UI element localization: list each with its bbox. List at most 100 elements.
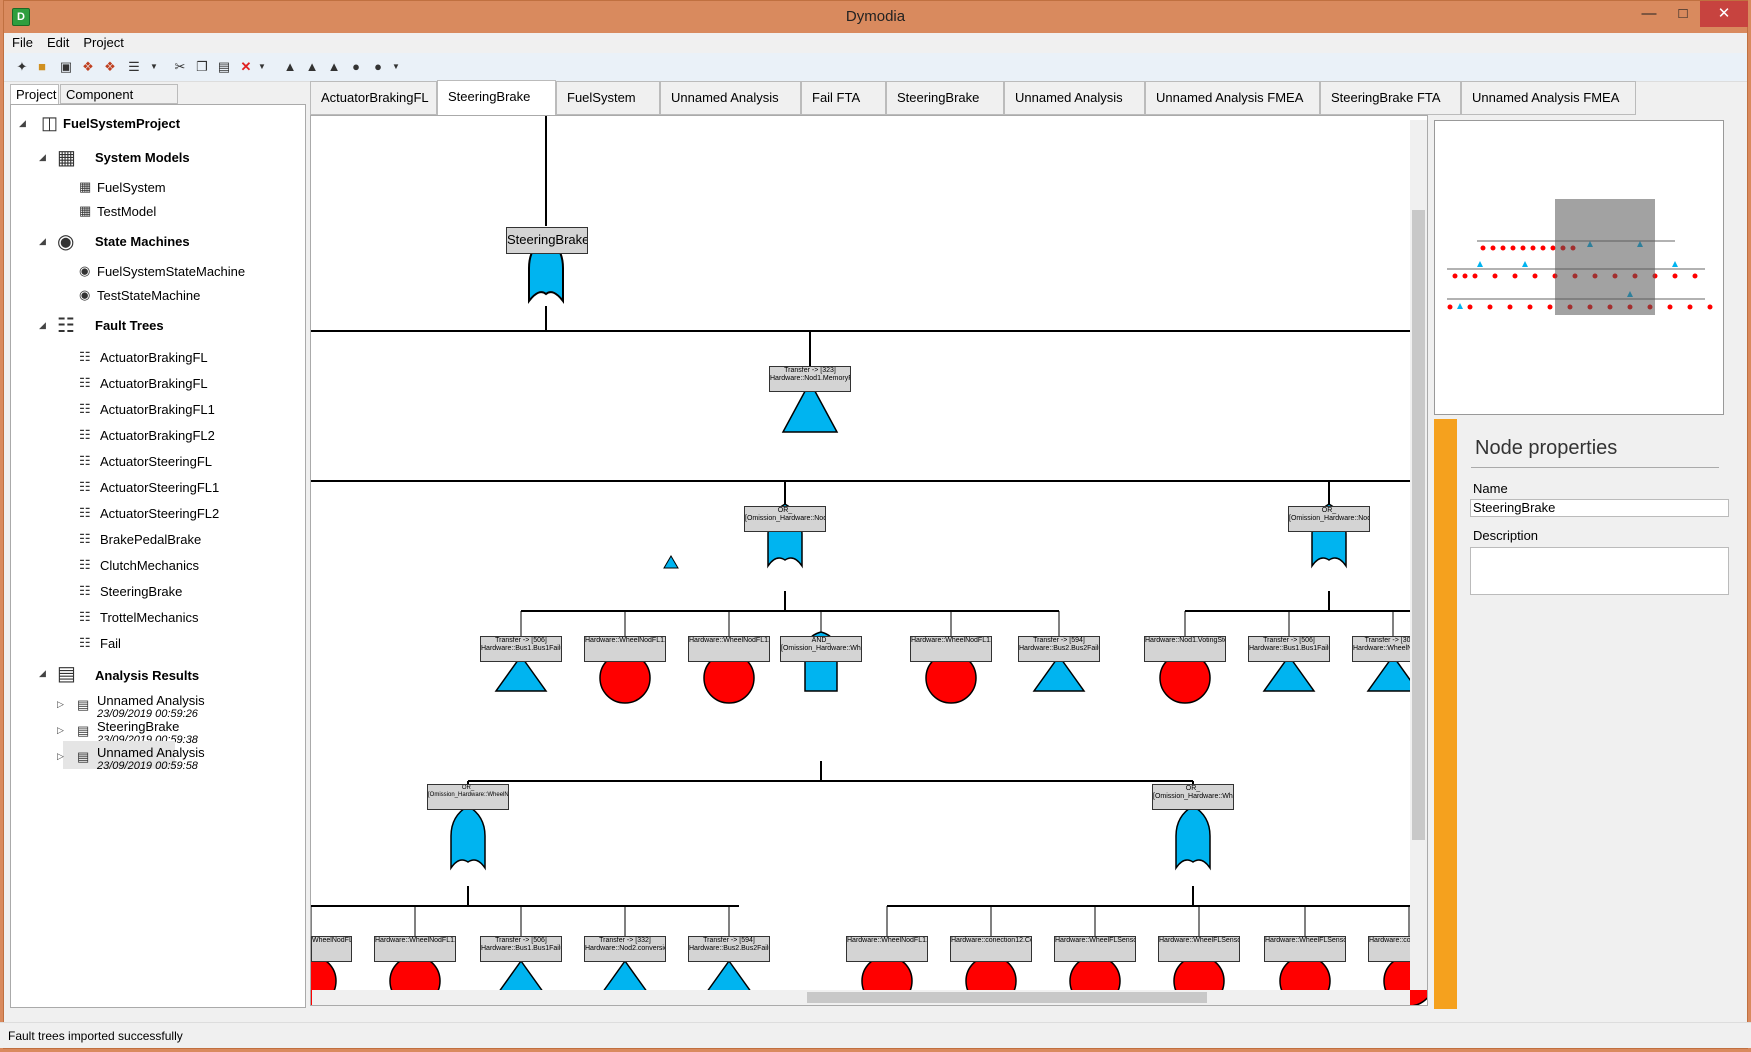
expand-arrow-icon[interactable]: ▷ <box>57 699 64 710</box>
tree-item[interactable]: SteeringBrake <box>97 719 179 734</box>
and-gate-icon[interactable]: ▲ <box>282 59 298 75</box>
tree-item[interactable]: FuelSystemStateMachine <box>97 264 245 279</box>
tree-item[interactable]: ActuatorSteeringFL <box>100 454 212 469</box>
tree-item[interactable]: ActuatorSteeringFL1 <box>100 480 219 495</box>
event-box[interactable]: Hardware::WheelNodFL1.MemoryFailure <box>584 636 666 662</box>
vertical-scroll-thumb[interactable] <box>1412 210 1425 840</box>
tree-item[interactable]: SteeringBrake <box>100 584 182 599</box>
menu-project[interactable]: Project <box>75 33 129 53</box>
event-box[interactable]: Transfer -> [506] Hardware::Bus1.Bus1Fai… <box>1248 636 1330 662</box>
transfer-triangle-icon[interactable] <box>663 555 679 569</box>
expand-arrow-icon[interactable]: ▷ <box>57 725 64 736</box>
collapse-arrow-icon[interactable]: ◢ <box>39 668 46 679</box>
minimize-icon[interactable]: — <box>1632 1 1666 27</box>
tree-item[interactable]: BrakePedalBrake <box>100 532 201 547</box>
collapse-arrow-icon[interactable]: ◢ <box>39 320 46 331</box>
tree-item[interactable]: ActuatorBrakingFL1 <box>100 402 215 417</box>
doc-tab[interactable]: FuelSystem <box>556 81 660 115</box>
vertical-scrollbar[interactable] <box>1410 120 1427 990</box>
event-box[interactable]: Hardware::WheelFLSensor1.Position.NoPosi… <box>1158 936 1240 962</box>
event-box[interactable]: Hardware::WheelNodFL1.WheelAngleCalculat… <box>688 636 770 662</box>
maximize-icon[interactable]: □ <box>1666 1 1700 27</box>
event-box[interactable]: Transfer -> [323] Hardware::Nod1.MemoryF… <box>769 366 851 392</box>
fault-tree-canvas[interactable]: SteeringBrake Transfer -> [323] Hardware… <box>310 115 1428 1006</box>
tree-state-machines[interactable]: State Machines <box>95 234 190 249</box>
doc-tab[interactable]: Unnamed Analysis FMEA <box>1461 81 1636 115</box>
title-bar[interactable]: D Dymodia — □ ✕ <box>4 1 1748 33</box>
paste-icon[interactable]: ▤ <box>216 59 232 75</box>
tree-item[interactable]: Unnamed Analysis <box>97 693 205 708</box>
undeveloped-event-icon[interactable]: ● <box>370 59 386 75</box>
event-box[interactable]: Transfer -> [506] Hardware::Bus1.Bus1Fai… <box>480 636 562 662</box>
event-box[interactable]: WheelNodFL1.VotingSteering.CodeError <box>311 936 352 962</box>
tree-item[interactable]: Fail <box>100 636 121 651</box>
or-gate-icon[interactable]: ▲ <box>304 59 320 75</box>
copy-icon[interactable]: ❐ <box>194 59 210 75</box>
collapse-arrow-icon[interactable]: ◢ <box>19 118 26 129</box>
new-project-icon[interactable]: ✦ <box>14 59 30 75</box>
gate-box[interactable]: AND_ [Omission_Hardware::WheelNodFL1.Con… <box>780 636 862 662</box>
basic-event-icon[interactable]: ● <box>348 59 364 75</box>
tree-item[interactable]: ClutchMechanics <box>100 558 199 573</box>
name-field[interactable]: SteeringBrake <box>1470 499 1729 517</box>
export-icon[interactable]: ❖ <box>102 59 118 75</box>
horizontal-scrollbar[interactable] <box>312 990 1410 1005</box>
chevron-down-icon[interactable]: ▼ <box>146 59 162 75</box>
doc-tab[interactable]: Unnamed Analysis <box>660 81 801 115</box>
doc-tab[interactable]: SteeringBrake FTA <box>1320 81 1461 115</box>
doc-tab[interactable]: Unnamed Analysis <box>1004 81 1145 115</box>
chevron-down-icon[interactable]: ▼ <box>254 59 270 75</box>
tab-project[interactable]: Project <box>10 84 59 105</box>
event-box[interactable]: Hardware::WheelFLSensor1.WheelFLSensor.N… <box>1264 936 1346 962</box>
minimap-viewport[interactable] <box>1555 199 1655 315</box>
save-icon[interactable]: ▣ <box>58 59 74 75</box>
doc-tab[interactable]: Fail FTA <box>801 81 886 115</box>
diagram-minimap[interactable] <box>1434 120 1724 415</box>
gate-box[interactable]: OR_ [Omission_Hardware::Nod1.VotingSteer… <box>1288 506 1370 532</box>
event-box[interactable]: Hardware::WheelNodFL1.BusVoterSteering1.… <box>374 936 456 962</box>
description-field[interactable] <box>1470 547 1729 595</box>
event-box[interactable]: Transfer -> [594] Hardware::Bus2.Bus2Fai… <box>1018 636 1100 662</box>
gate-box[interactable]: OR_ [Omission_Hardware::WheelNodFL1.Whee… <box>1152 784 1234 810</box>
doc-tab-active[interactable]: SteeringBrake <box>437 80 556 116</box>
import-icon[interactable]: ❖ <box>80 59 96 75</box>
event-box[interactable]: Transfer -> [506] Hardware::Bus1.Bus1Fai… <box>480 936 562 962</box>
expand-arrow-icon[interactable]: ▷ <box>57 751 64 762</box>
cut-icon[interactable]: ✂ <box>172 59 188 75</box>
tree-fault-trees[interactable]: Fault Trees <box>95 318 164 333</box>
tree-item[interactable]: TestModel <box>97 204 156 219</box>
gate-icon[interactable]: ▲ <box>326 59 342 75</box>
tree-project[interactable]: FuelSystemProject <box>63 116 180 131</box>
chevron-down-icon[interactable]: ▼ <box>388 59 404 75</box>
tree-item[interactable]: FuelSystem <box>97 180 166 195</box>
tree-item[interactable]: ActuatorBrakingFL <box>100 350 208 365</box>
collapse-arrow-icon[interactable]: ◢ <box>39 236 46 247</box>
tree-item[interactable]: Unnamed Analysis <box>97 745 205 760</box>
event-box[interactable]: Hardware::Nod1.VotingSteeringBrake1.Code… <box>1144 636 1226 662</box>
horizontal-scroll-thumb[interactable] <box>807 992 1207 1003</box>
tree-item[interactable]: ActuatorBrakingFL2 <box>100 428 215 443</box>
tree-analysis-results[interactable]: Analysis Results <box>95 668 199 683</box>
tab-component-library[interactable]: Component Library <box>60 84 178 122</box>
tree-item[interactable]: ActuatorBrakingFL <box>100 376 208 391</box>
doc-tab[interactable]: SteeringBrake <box>886 81 1004 115</box>
analysis-dropdown-icon[interactable]: ☰ <box>126 59 142 75</box>
event-box[interactable]: Hardware::WheelNodFL1.ControlWheelFL.Cod… <box>910 636 992 662</box>
doc-tab[interactable]: Unnamed Analysis FMEA <box>1145 81 1320 115</box>
delete-icon[interactable]: ✕ <box>238 59 254 75</box>
menu-file[interactable]: File <box>4 33 39 53</box>
or-gate-icon[interactable] <box>1175 805 1211 871</box>
event-box[interactable]: Hardware::WheelFLSensor1.ABS.ABSFailure <box>1054 936 1136 962</box>
menu-edit[interactable]: Edit <box>39 33 75 53</box>
top-event-box[interactable]: SteeringBrake <box>506 227 588 254</box>
tree-item[interactable]: TrottelMechanics <box>100 610 199 625</box>
event-box[interactable]: Hardware::WheelNodFL1.WheelAngleFL.Memor… <box>846 936 928 962</box>
tree-system-models[interactable]: System Models <box>95 150 190 165</box>
close-window-icon[interactable]: ✕ <box>1700 1 1748 27</box>
open-folder-icon[interactable]: ■ <box>34 59 50 75</box>
doc-tab[interactable]: ActuatorBrakingFL <box>310 81 437 115</box>
event-box[interactable]: Hardware::conection12.ConectionFailure <box>950 936 1032 962</box>
collapse-arrow-icon[interactable]: ◢ <box>39 152 46 163</box>
event-box[interactable]: Transfer -> [332] Hardware::Nod2.convers… <box>584 936 666 962</box>
gate-box[interactable]: OR_ [Omission_Hardware::Nod1.Out1] <box>744 506 826 532</box>
